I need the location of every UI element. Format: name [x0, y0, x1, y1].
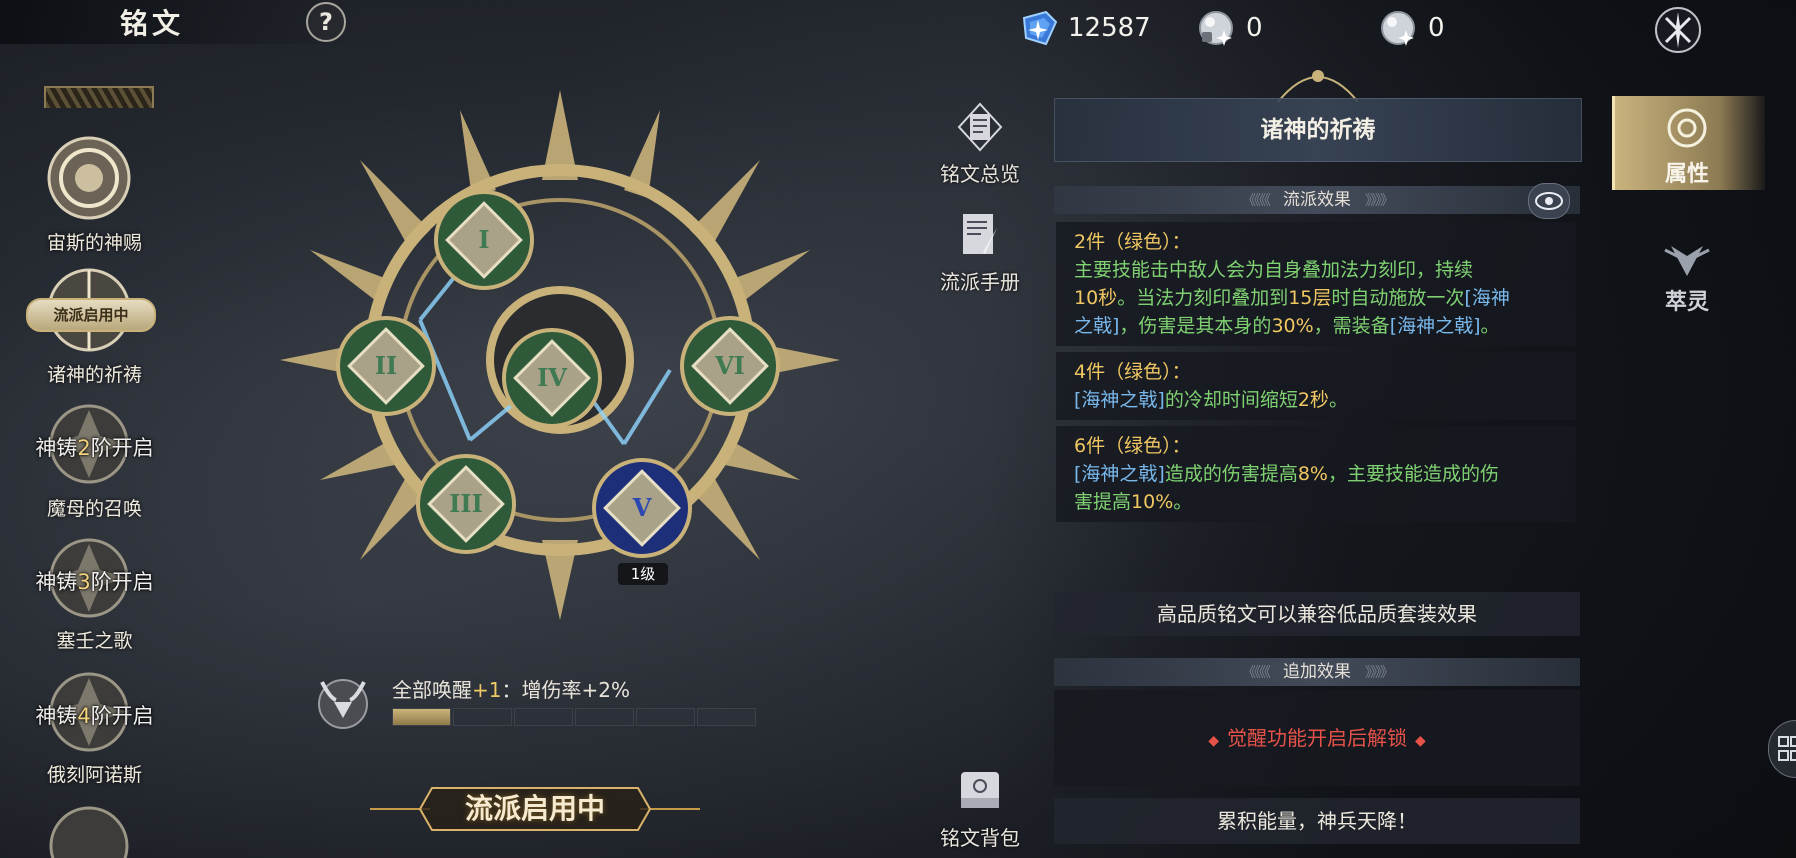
lock-text: 神铸3阶开启: [35, 570, 154, 594]
set-name: 塞壬之歌: [56, 630, 133, 652]
set-name: 俄刻阿诺斯: [46, 764, 142, 786]
bag-label: 铭文背包: [940, 826, 1020, 850]
list-top-frame: [44, 86, 154, 108]
set-item-mother[interactable]: 神铸2阶开启 魔母的召唤: [12, 396, 177, 526]
orb-count-1: 0: [1246, 13, 1263, 43]
set-emblem-icon: [49, 806, 129, 858]
silver-orb-icon: [1381, 11, 1415, 46]
overview-button[interactable]: 铭文总览: [930, 100, 1030, 187]
awaken-progress-bar: [392, 708, 756, 726]
progress-segment: [636, 708, 695, 726]
eye-icon: [1535, 192, 1563, 210]
school-active-button[interactable]: 流派启用中: [370, 780, 700, 838]
set-name: 宙斯的神赐: [46, 232, 142, 254]
attributes-emblem-icon: [1667, 108, 1707, 148]
resource-orb-1: 0: [1194, 8, 1263, 48]
effect-title: 4件（绿色）：: [1074, 361, 1191, 383]
resource-orb-2: 0: [1376, 8, 1445, 48]
overview-label: 铭文总览: [940, 162, 1020, 186]
manual-quill-icon: [963, 214, 997, 254]
effect-line: 之戟]，伤害是其本身的30%，需装备[海神之戟]。: [1074, 315, 1500, 337]
set-name: 魔母的召唤: [46, 498, 142, 520]
inscription-slot-IV[interactable]: [502, 328, 602, 428]
blue-crystal-icon: [1022, 10, 1058, 46]
resource-crystal: 12587: [1016, 8, 1151, 48]
tab-attributes-label: 属性: [1664, 161, 1709, 187]
effect-title: 6件（绿色）：: [1074, 435, 1191, 457]
grid-icon: [1778, 736, 1796, 761]
set-effect-4pc: 4件（绿色）： [海神之戟]的冷却时间缩短2秒。: [1056, 352, 1576, 420]
set-name: 诸神的祈祷: [46, 364, 142, 386]
set-item-siren[interactable]: 神铸3阶开启 塞壬之歌: [12, 530, 177, 660]
lock-text: 神铸4阶开启: [35, 704, 154, 728]
progress-segment: [392, 708, 451, 726]
progress-segment: [453, 708, 512, 726]
manual-button[interactable]: 流派手册: [930, 208, 1030, 295]
page-title: 铭文: [120, 7, 185, 40]
book-overview-icon: [957, 102, 1003, 152]
manual-label: 流派手册: [940, 270, 1020, 294]
effect-line: [海神之戟]造成的伤害提高8%，主要技能造成的伤: [1074, 463, 1500, 485]
effect-line: 10秒。当法力刻印叠加到15层时自动施放一次[海神: [1074, 287, 1510, 309]
compat-note: 高品质铭文可以兼容低品质套装效果: [1054, 592, 1580, 636]
tab-spirit[interactable]: 萃灵: [1612, 236, 1762, 316]
set-item-zeus[interactable]: 宙斯的神赐: [12, 130, 177, 260]
slot-level-label: 1级: [618, 563, 668, 585]
footer-slogan: 累积能量，神兵天降！: [1054, 798, 1580, 844]
inscription-slot-VI[interactable]: [680, 316, 780, 416]
effect-line: 主要技能击中敌人会为自身叠加法力刻印，持续: [1074, 259, 1474, 281]
progress-segment: [575, 708, 634, 726]
inscription-slot-V[interactable]: [592, 458, 692, 558]
inscription-bag-icon: [961, 772, 999, 808]
tab-attributes[interactable]: 属性: [1612, 104, 1762, 188]
extra-effect-header: 《《《《 追加效果 》》》》: [1054, 658, 1580, 686]
progress-segment: [514, 708, 573, 726]
orb-count-2: 0: [1428, 13, 1445, 43]
horned-helm-icon: [318, 679, 368, 729]
progress-segment: [697, 708, 756, 726]
silver-orb-icon: [1199, 11, 1233, 46]
set-emblem-icon: [47, 136, 131, 220]
winged-spirit-icon: [1664, 246, 1710, 276]
inscription-slot-III[interactable]: [416, 454, 516, 554]
help-button[interactable]: ?: [306, 2, 346, 42]
effect-line: 害提高10%。: [1074, 491, 1193, 513]
inscription-slot-I[interactable]: [434, 190, 534, 290]
bag-button[interactable]: 铭文背包: [930, 764, 1030, 851]
effect-title: 2件（绿色）：: [1074, 231, 1191, 253]
tab-spirit-label: 萃灵: [1664, 289, 1709, 315]
crossed-blades-close-icon[interactable]: [1652, 4, 1704, 56]
set-item-oceanus[interactable]: 神铸4阶开启 俄刻阿诺斯: [12, 664, 177, 794]
crystal-count: 12587: [1068, 13, 1151, 43]
set-effect-6pc: 6件（绿色）： [海神之戟]造成的伤害提高8%，主要技能造成的伤 害提高10%。: [1056, 426, 1576, 522]
preview-eye-button[interactable]: [1528, 183, 1570, 219]
awaken-bonus-text: 全部唤醒+1：增伤率+2%: [392, 678, 630, 702]
set-effect-2pc: 2件（绿色）： 主要技能击中敌人会为自身叠加法力刻印，持续 10秒。当法力刻印叠加到…: [1056, 222, 1576, 346]
effect-header: 《《《《 流派效果 》》》》: [1054, 186, 1580, 214]
inscription-slot-II[interactable]: [336, 316, 436, 416]
set-title-bar: 诸神的祈祷: [1054, 98, 1582, 162]
locked-extra-effect: ◆ 觉醒功能开启后解锁 ◆: [1054, 690, 1580, 786]
lock-text: 神铸2阶开启: [35, 436, 154, 460]
effect-line: [海神之戟]的冷却时间缩短2秒。: [1074, 389, 1348, 411]
side-drawer-handle[interactable]: [1768, 720, 1796, 778]
active-school-tag: 流派启用中: [26, 298, 156, 332]
school-active-label: 流派启用中: [464, 792, 605, 825]
set-item-prayer[interactable]: 流派启用中 诸神的祈祷: [12, 262, 177, 392]
